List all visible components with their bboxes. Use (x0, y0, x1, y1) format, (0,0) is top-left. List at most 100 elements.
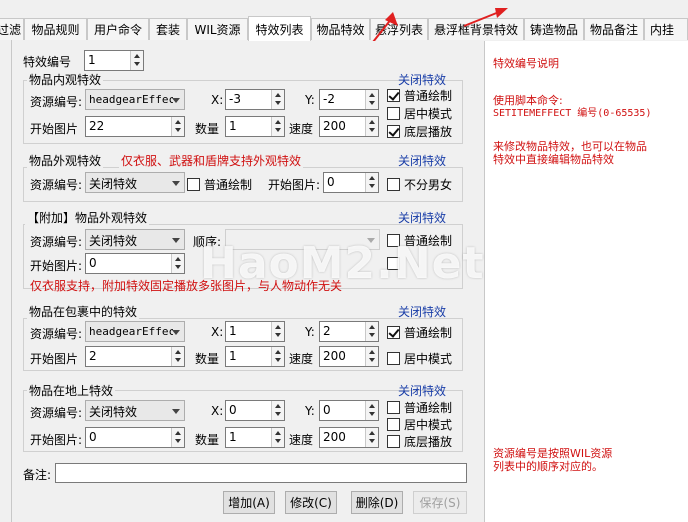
bag-count-spinner[interactable]: 1 (225, 346, 285, 367)
checkbox-label: 居中模式 (404, 107, 453, 121)
ground-center-mode-checkbox[interactable]: 居中模式 (387, 416, 452, 433)
tab-forged-items[interactable]: 铸造物品 (524, 18, 584, 40)
spin-arrows[interactable] (271, 90, 284, 109)
inner-count-label: 数量 (195, 122, 220, 136)
checkbox-label: 普通绘制 (204, 178, 253, 192)
checkbox-box[interactable] (387, 401, 400, 414)
edit-button[interactable]: 修改(C) (285, 491, 337, 514)
spin-arrows[interactable] (271, 428, 284, 447)
spin-arrows[interactable] (271, 322, 284, 341)
outer-normal-draw-checkbox[interactable]: 普通绘制 (187, 176, 252, 193)
inner-normal-draw-checkbox[interactable]: 普通绘制 (387, 87, 452, 104)
inner-x-spinner[interactable]: -3 (225, 89, 285, 110)
bag-y-spinner[interactable]: 2 (319, 321, 379, 342)
spin-arrows[interactable] (271, 347, 284, 366)
inner-res-select[interactable]: headgearEffect (85, 89, 185, 110)
ground-y-spinner[interactable]: 0 (319, 400, 379, 421)
ground-close-effect-link[interactable]: 关闭特效 (398, 382, 446, 399)
extra-res-value: 关闭特效 (89, 234, 138, 248)
outer-close-effect-link[interactable]: 关闭特效 (398, 152, 446, 169)
spin-arrows[interactable] (171, 428, 184, 447)
ground-count-spinner[interactable]: 1 (225, 427, 285, 448)
inner-x-label: X: (211, 93, 224, 107)
effect-no-spinner[interactable]: 1 (84, 50, 144, 71)
inner-bottom-play-checkbox[interactable]: 底层播放 (387, 123, 452, 140)
extra-close-effect-link[interactable]: 关闭特效 (398, 209, 446, 226)
tab-wil-resources[interactable]: WIL资源 (187, 18, 248, 40)
bag-y-value: 2 (323, 324, 331, 338)
checkbox-label: 底层播放 (404, 125, 453, 139)
ground-speed-spinner[interactable]: 200 (319, 427, 379, 448)
tab-effect-list[interactable]: 特效列表 (248, 16, 311, 41)
ground-start-label: 开始图片: (30, 433, 83, 447)
outer-start-spinner[interactable]: 0 (323, 172, 379, 193)
bag-close-effect-link[interactable]: 关闭特效 (398, 303, 446, 320)
inner-effect-title: 物品内观特效 (27, 71, 104, 88)
outer-effect-title: 物品外观特效 (27, 152, 104, 169)
checkbox-box[interactable] (387, 107, 400, 120)
checkbox-box[interactable] (387, 326, 400, 339)
bag-res-select[interactable]: headgearEffect (85, 321, 185, 342)
checkbox-box[interactable] (387, 418, 400, 431)
spin-arrows[interactable] (365, 322, 378, 341)
tab-label: 过滤 (0, 23, 21, 37)
checkbox-box[interactable] (387, 125, 400, 138)
checkbox-box[interactable] (387, 178, 400, 191)
add-button[interactable]: 增加(A) (223, 491, 275, 514)
ground-x-label: X: (211, 404, 224, 418)
inner-close-effect-link[interactable]: 关闭特效 (398, 71, 446, 88)
bag-count-label: 数量 (195, 352, 220, 366)
spin-arrows[interactable] (171, 254, 184, 273)
tab-user-commands[interactable]: 用户命令 (87, 18, 149, 40)
inner-start-spinner[interactable]: 22 (85, 116, 185, 137)
checkbox-box[interactable] (387, 89, 400, 102)
spin-arrows[interactable] (171, 117, 184, 136)
inner-count-spinner[interactable]: 1 (225, 116, 285, 137)
delete-button[interactable]: 删除(D) (351, 491, 403, 514)
tab-label: 套装 (155, 23, 180, 37)
inner-y-spinner[interactable]: -2 (319, 89, 379, 110)
spin-arrows[interactable] (130, 51, 143, 70)
extra-res-select[interactable]: 关闭特效 (85, 229, 185, 250)
checkbox-box[interactable] (387, 435, 400, 448)
spin-arrows[interactable] (365, 173, 378, 192)
checkbox-box[interactable] (187, 178, 200, 191)
spin-arrows[interactable] (365, 347, 378, 366)
bag-start-spinner[interactable]: 2 (85, 346, 185, 367)
bag-x-spinner[interactable]: 1 (225, 321, 285, 342)
help-cmd-line1: 使用脚本命令: (493, 94, 563, 107)
tab-suits[interactable]: 套装 (149, 18, 187, 40)
ground-start-spinner[interactable]: 0 (85, 427, 185, 448)
spin-arrows[interactable] (365, 90, 378, 109)
ground-normal-draw-checkbox[interactable]: 普通绘制 (387, 399, 452, 416)
tab-item-rules[interactable]: 物品规则 (24, 18, 87, 40)
ground-x-spinner[interactable]: 0 (225, 400, 285, 421)
tab-item-notes[interactable]: 物品备注 (584, 18, 644, 40)
effect-help-panel: 特效编号说明 使用脚本命令: SETITEMEFFECT 编号(0-65535)… (484, 41, 688, 522)
inner-speed-spinner[interactable]: 200 (319, 116, 379, 137)
remark-input[interactable] (55, 463, 467, 483)
ground-bottom-play-checkbox[interactable]: 底层播放 (387, 433, 452, 450)
spin-arrows[interactable] (271, 401, 284, 420)
ground-res-select[interactable]: 关闭特效 (85, 400, 185, 421)
extra-start-spinner[interactable]: 0 (85, 253, 185, 274)
bag-speed-spinner[interactable]: 200 (319, 346, 379, 367)
extra-start-value: 0 (89, 256, 97, 270)
save-button[interactable]: 保存(S) (413, 491, 467, 514)
spin-arrows[interactable] (271, 117, 284, 136)
outer-gender-neutral-checkbox[interactable]: 不分男女 (387, 176, 452, 193)
tab-label: WIL资源 (194, 23, 241, 37)
bag-normal-draw-checkbox[interactable]: 普通绘制 (387, 324, 452, 341)
spin-arrows[interactable] (365, 117, 378, 136)
spin-arrows[interactable] (365, 401, 378, 420)
bag-center-mode-checkbox[interactable]: 居中模式 (387, 350, 452, 367)
checkbox-box[interactable] (387, 352, 400, 365)
inner-center-mode-checkbox[interactable]: 居中模式 (387, 105, 452, 122)
tab-plugin[interactable]: 内挂 (644, 18, 688, 40)
outer-res-select[interactable]: 关闭特效 (85, 172, 185, 193)
tab-label: 特效列表 (255, 22, 304, 37)
spin-arrows[interactable] (171, 347, 184, 366)
tab-filter[interactable]: 过滤 (0, 18, 24, 40)
chevron-down-icon (172, 409, 180, 414)
spin-arrows[interactable] (365, 428, 378, 447)
